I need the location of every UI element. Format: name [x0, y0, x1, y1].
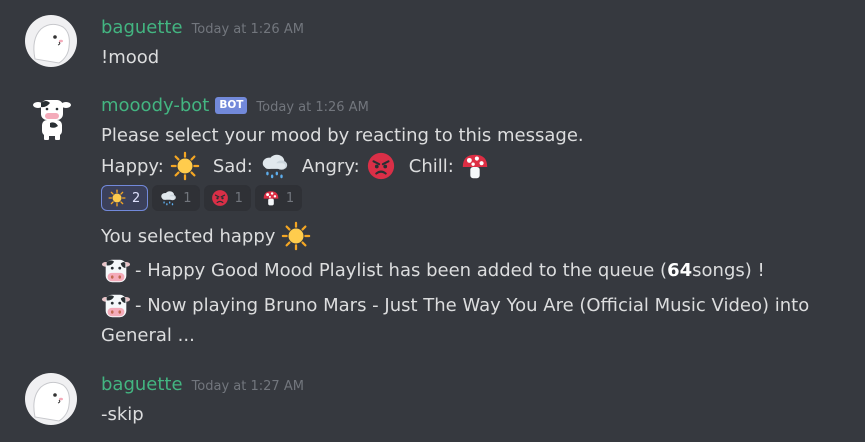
mood-options: Happy: Sad: Angry: Chill:	[101, 151, 490, 181]
reactions-bar: 2 1 1 1	[101, 185, 303, 211]
selected-text: You selected happy	[101, 225, 276, 247]
rain-cloud-icon	[259, 151, 289, 181]
reaction-sun[interactable]: 2	[101, 185, 149, 211]
timestamp: Today at 1:26 AM	[191, 22, 304, 37]
now-playing-continuation: General ...	[101, 325, 195, 346]
avatar[interactable]	[25, 15, 77, 67]
queue-line: - Happy Good Mood Playlist has been adde…	[101, 255, 765, 285]
queue-text-suffix: songs) !	[692, 259, 765, 281]
selected-line: You selected happy	[101, 221, 311, 251]
mood-label-happy: Happy:	[101, 155, 164, 177]
now-playing-text: - Now playing Bruno Mars - Just The Way …	[135, 294, 810, 316]
timestamp: Today at 1:27 AM	[191, 379, 304, 394]
queue-text-prefix: - Happy Good Mood Playlist has been adde…	[135, 259, 668, 281]
username[interactable]: baguette	[101, 17, 183, 38]
reaction-count: 1	[285, 190, 295, 206]
reaction-count: 2	[132, 190, 141, 206]
sun-icon	[170, 151, 200, 181]
bot-avatar[interactable]	[28, 95, 76, 143]
username[interactable]: baguette	[101, 374, 183, 395]
bot-username[interactable]: mooody-bot	[101, 95, 209, 116]
sun-icon	[281, 221, 311, 251]
rain-cloud-icon	[159, 189, 177, 207]
reaction-rain-cloud[interactable]: 1	[152, 185, 200, 211]
message-text: -skip	[101, 404, 144, 425]
prompt-text: Please select your mood by reacting to t…	[101, 125, 584, 146]
mushroom-icon	[262, 189, 280, 207]
bot-tag: BOT	[215, 97, 248, 114]
mushroom-icon	[460, 151, 490, 181]
mood-label-chill: Chill:	[408, 155, 454, 177]
mood-label-angry: Angry:	[301, 155, 360, 177]
angry-face-icon	[211, 189, 229, 207]
message-text: !mood	[101, 47, 160, 68]
queue-song-count: 64	[667, 259, 693, 281]
mood-label-sad: Sad:	[212, 155, 253, 177]
reaction-count: 1	[234, 190, 243, 206]
reaction-angry-face[interactable]: 1	[203, 185, 251, 211]
sun-icon	[108, 189, 126, 207]
avatar[interactable]	[25, 373, 77, 425]
reaction-count: 1	[183, 190, 192, 206]
now-playing-line: - Now playing Bruno Mars - Just The Way …	[101, 290, 809, 320]
reaction-mushroom[interactable]: 1	[254, 185, 303, 211]
cow-icon	[101, 255, 131, 285]
angry-face-icon	[366, 151, 396, 181]
timestamp: Today at 1:26 AM	[256, 100, 369, 115]
cow-icon	[101, 290, 131, 320]
